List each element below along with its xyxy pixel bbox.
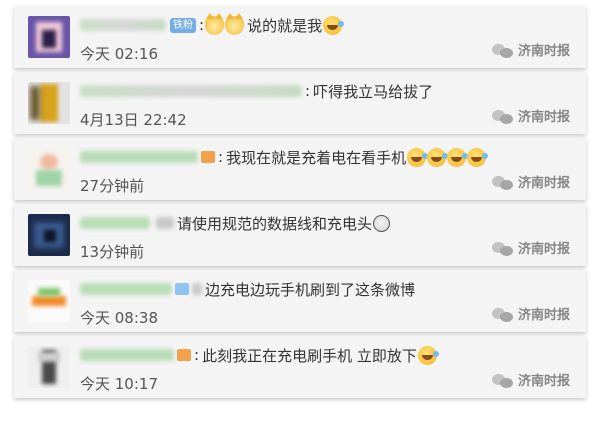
comment-card: 铁粉 : 说的就是我 今天 02:16 济南时报	[14, 6, 586, 68]
comment-time: 今天 10:17	[80, 375, 158, 393]
laughing-tears-emoji-icon	[407, 147, 429, 167]
separator: :	[194, 346, 200, 364]
cat-face-emoji-icon	[205, 12, 225, 35]
comment-time: 4月13日 22:42	[80, 111, 187, 129]
comment-time: 今天 08:38	[80, 309, 158, 327]
source-label: 济南时报	[517, 176, 570, 191]
member-badge-icon	[201, 151, 215, 163]
comment-text: 边充电边玩手机刷到了这条微博	[205, 280, 416, 299]
laughing-tears-emoji-icon	[323, 15, 345, 35]
source-label: 济南时报	[517, 308, 570, 323]
username-blurred[interactable]	[80, 151, 198, 163]
source-watermark: 济南时报	[491, 172, 570, 191]
wechat-logo-icon	[491, 174, 514, 190]
avatar[interactable]	[28, 148, 70, 190]
laughing-tears-emoji-icon	[417, 345, 439, 365]
redacted-text	[156, 217, 174, 229]
source-label: 济南时报	[517, 110, 570, 125]
member-badge-icon	[177, 349, 191, 361]
username-blurred[interactable]	[80, 19, 166, 31]
comment-line: 边充电边玩手机刷到了这条微博	[80, 278, 415, 300]
source-watermark: 济南时报	[491, 106, 570, 125]
redacted-text	[192, 283, 202, 295]
comment-text: 吓得我立马给拔了	[313, 82, 434, 101]
laughing-tears-emoji-icon	[467, 147, 489, 167]
comment-text: 此刻我正在充电刷手机 立即放下	[202, 346, 417, 365]
username-blurred[interactable]	[80, 85, 302, 97]
username-blurred[interactable]	[80, 217, 150, 229]
source-watermark: 济南时报	[491, 304, 570, 323]
comment-text: 请使用规范的数据线和充电头	[177, 214, 373, 233]
comment-time: 13分钟前	[80, 243, 145, 261]
wechat-logo-icon	[491, 372, 514, 388]
source-watermark: 济南时报	[491, 40, 570, 59]
comment-text: 说的就是我	[247, 16, 323, 35]
source-label: 济南时报	[517, 242, 570, 257]
username-blurred[interactable]	[80, 349, 174, 361]
username-blurred[interactable]	[80, 283, 172, 295]
avatar[interactable]	[28, 16, 70, 58]
avatar[interactable]	[28, 346, 70, 388]
avatar[interactable]	[28, 280, 70, 322]
source-label: 济南时报	[517, 44, 570, 59]
comment-line: : 吓得我立马给拔了	[80, 80, 433, 102]
wechat-logo-icon	[491, 306, 514, 322]
comment-line: 请使用规范的数据线和充电头	[80, 212, 391, 234]
comment-card: 边充电边玩手机刷到了这条微博 今天 08:38 济南时报	[14, 270, 586, 332]
comment-line: : 我现在就是充着电在看手机	[80, 146, 489, 168]
laughing-tears-emoji-icon	[447, 147, 469, 167]
comment-feed: 铁粉 : 说的就是我 今天 02:16 济南时报 : 吓得我立马给拔了 4月13…	[14, 6, 586, 402]
separator: :	[218, 148, 224, 166]
separator: :	[199, 16, 205, 34]
wechat-logo-icon	[491, 108, 514, 124]
comment-card: : 我现在就是充着电在看手机 27分钟前 济南时报	[14, 138, 586, 200]
comment-card: : 此刻我正在充电刷手机 立即放下 今天 10:17 济南时报	[14, 336, 586, 398]
avatar[interactable]	[28, 214, 70, 256]
wechat-logo-icon	[491, 240, 514, 256]
wechat-logo-icon	[491, 42, 514, 58]
comment-card: 请使用规范的数据线和充电头 13分钟前 济南时报	[14, 204, 586, 266]
comment-text: 我现在就是充着电在看手机	[226, 148, 407, 167]
comment-line: : 此刻我正在充电刷手机 立即放下	[80, 344, 439, 366]
screaming-face-emoji-icon	[373, 214, 391, 232]
comment-line: 铁粉 : 说的就是我	[80, 12, 345, 36]
comment-time: 27分钟前	[80, 177, 145, 195]
avatar[interactable]	[28, 82, 70, 124]
fan-badge: 铁粉	[170, 17, 196, 33]
comment-time: 今天 02:16	[80, 45, 158, 63]
laughing-tears-emoji-icon	[427, 147, 449, 167]
source-label: 济南时报	[517, 374, 570, 389]
source-watermark: 济南时报	[491, 370, 570, 389]
member-badge-icon	[175, 283, 189, 295]
comment-card: : 吓得我立马给拔了 4月13日 22:42 济南时报	[14, 72, 586, 134]
cat-face-emoji-icon	[225, 12, 245, 35]
separator: :	[305, 82, 311, 100]
source-watermark: 济南时报	[491, 238, 570, 257]
